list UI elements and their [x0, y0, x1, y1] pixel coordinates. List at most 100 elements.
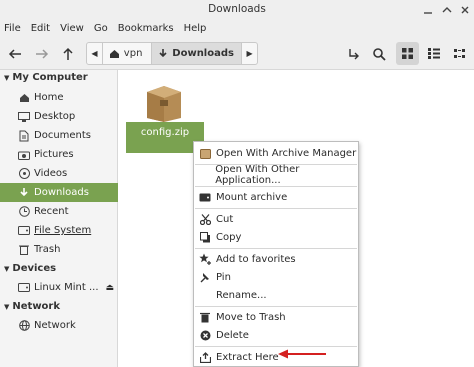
sidebar-item-network[interactable]: Network	[0, 316, 118, 335]
copy-icon	[199, 231, 211, 243]
sidebar-section-label: My Computer	[12, 72, 88, 83]
menu-divider	[195, 186, 357, 187]
download-icon	[159, 49, 167, 58]
menu-item-pin[interactable]: Pin	[194, 268, 358, 286]
menu-divider	[195, 248, 357, 249]
icon-view-button[interactable]	[396, 42, 419, 65]
sidebar-item-file-system[interactable]: File System	[0, 221, 118, 240]
menu-item-label: Mount archive	[216, 191, 288, 203]
home-icon	[18, 92, 30, 104]
breadcrumb-left-arrow-icon[interactable]: ◀	[87, 43, 103, 64]
close-icon[interactable]	[458, 3, 472, 17]
menu-item-move-to-trash[interactable]: Move to Trash	[194, 308, 358, 326]
sidebar-item-label: Home	[34, 92, 64, 103]
sidebar-section-network[interactable]: ▼ Network	[4, 301, 60, 312]
sidebar-item-label: Network	[34, 320, 76, 331]
breadcrumb-downloads[interactable]: Downloads	[152, 43, 242, 64]
trash-icon	[18, 244, 30, 256]
breadcrumb: ◀ vpn Downloads ▶	[86, 42, 258, 65]
breadcrumb-vpn[interactable]: vpn	[103, 43, 153, 64]
menu-bar: File Edit View Go Bookmarks Help	[0, 20, 474, 37]
clock-icon	[18, 206, 30, 218]
sidebar-item-trash[interactable]: Trash	[0, 240, 118, 259]
menu-item-label: Add to favorites	[216, 253, 296, 265]
sidebar-item-label: Linux Mint ...	[34, 282, 99, 293]
search-icon[interactable]	[369, 44, 389, 64]
annotation-arrow-icon	[278, 349, 326, 359]
sidebar-item-label: Recent	[34, 206, 69, 217]
drive-icon	[18, 225, 30, 237]
sidebar-item-desktop[interactable]: Desktop	[0, 107, 118, 126]
menu-item-cut[interactable]: Cut	[194, 210, 358, 228]
list-view-button[interactable]	[422, 42, 445, 65]
breadcrumb-right-arrow-icon[interactable]: ▶	[241, 43, 257, 64]
sidebar-section-devices[interactable]: ▼ Devices	[4, 263, 56, 274]
menu-divider	[195, 346, 357, 347]
compact-view-button[interactable]	[448, 42, 471, 65]
scissors-icon	[199, 213, 211, 225]
sidebar-item-label: Desktop	[34, 111, 76, 122]
desktop-icon	[18, 111, 30, 123]
eject-icon[interactable]: ⏏	[105, 283, 114, 293]
pin-icon	[199, 271, 211, 283]
menu-help[interactable]: Help	[179, 20, 212, 37]
sidebar-item-documents[interactable]: Documents	[0, 126, 118, 145]
sidebar-item-label: Pictures	[34, 149, 74, 160]
sidebar-item-downloads[interactable]: Downloads	[0, 183, 118, 202]
forward-icon[interactable]	[32, 44, 52, 64]
menu-item-label: Cut	[216, 213, 234, 225]
star-add-icon	[199, 253, 211, 265]
breadcrumb-vpn-label: vpn	[123, 48, 143, 59]
menu-item-delete[interactable]: Delete	[194, 326, 358, 344]
expand-triangle-icon: ▼	[4, 73, 10, 82]
menu-item-label: Pin	[216, 271, 231, 283]
menu-item-label: Rename...	[216, 289, 267, 301]
sidebar-item-label: Downloads	[34, 187, 89, 198]
sidebar-item-linux-mint[interactable]: Linux Mint ... ⏏	[0, 278, 118, 297]
sidebar-item-pictures[interactable]: Pictures	[0, 145, 118, 164]
camera-icon	[18, 149, 30, 161]
film-icon	[18, 168, 30, 180]
sidebar-section-my-computer[interactable]: ▼ My Computer	[4, 72, 88, 83]
menu-item-copy[interactable]: Copy	[194, 228, 358, 246]
sidebar: ▼ My Computer Home Desktop Documents Pic…	[0, 70, 118, 367]
location-toggle-icon[interactable]	[343, 44, 363, 64]
extract-icon	[199, 351, 211, 363]
document-icon	[18, 130, 30, 142]
breadcrumb-downloads-label: Downloads	[172, 48, 234, 59]
menu-go[interactable]: Go	[89, 20, 113, 37]
menu-item-rename[interactable]: Rename...	[194, 286, 358, 304]
sidebar-item-home[interactable]: Home	[0, 88, 118, 107]
sidebar-item-recent[interactable]: Recent	[0, 202, 118, 221]
trash-icon	[199, 311, 211, 323]
menu-item-label: Delete	[216, 329, 249, 341]
menu-item-open-archive-manager[interactable]: Open With Archive Manager	[194, 144, 358, 162]
menu-divider	[195, 306, 357, 307]
menu-view[interactable]: View	[55, 20, 89, 37]
sidebar-item-label: Videos	[34, 168, 68, 179]
drive-icon	[199, 191, 211, 203]
archive-manager-icon	[199, 147, 211, 159]
menu-item-label: Move to Trash	[216, 311, 286, 323]
menu-item-mount-archive[interactable]: Mount archive	[194, 188, 358, 206]
menu-file[interactable]: File	[0, 20, 26, 37]
download-icon	[18, 187, 30, 199]
grid-icon	[402, 48, 413, 59]
menu-item-icon-placeholder	[199, 169, 210, 181]
up-icon[interactable]	[58, 44, 78, 64]
menu-item-open-other-application[interactable]: Open With Other Application...	[194, 164, 358, 186]
sidebar-item-videos[interactable]: Videos	[0, 164, 118, 183]
back-icon[interactable]	[5, 44, 25, 64]
minimize-icon[interactable]	[421, 3, 435, 17]
expand-triangle-icon: ▼	[4, 302, 10, 311]
window-title: Downloads	[208, 3, 266, 15]
menu-edit[interactable]: Edit	[26, 20, 55, 37]
menu-item-label: Copy	[216, 231, 242, 243]
maximize-icon[interactable]	[440, 3, 454, 17]
expand-triangle-icon: ▼	[4, 264, 10, 273]
menu-bookmarks[interactable]: Bookmarks	[113, 20, 179, 37]
sidebar-item-label: Trash	[34, 244, 61, 255]
menu-item-label: Extract Here	[216, 351, 279, 363]
archive-box-icon[interactable]	[144, 84, 184, 125]
menu-item-add-to-favorites[interactable]: Add to favorites	[194, 250, 358, 268]
